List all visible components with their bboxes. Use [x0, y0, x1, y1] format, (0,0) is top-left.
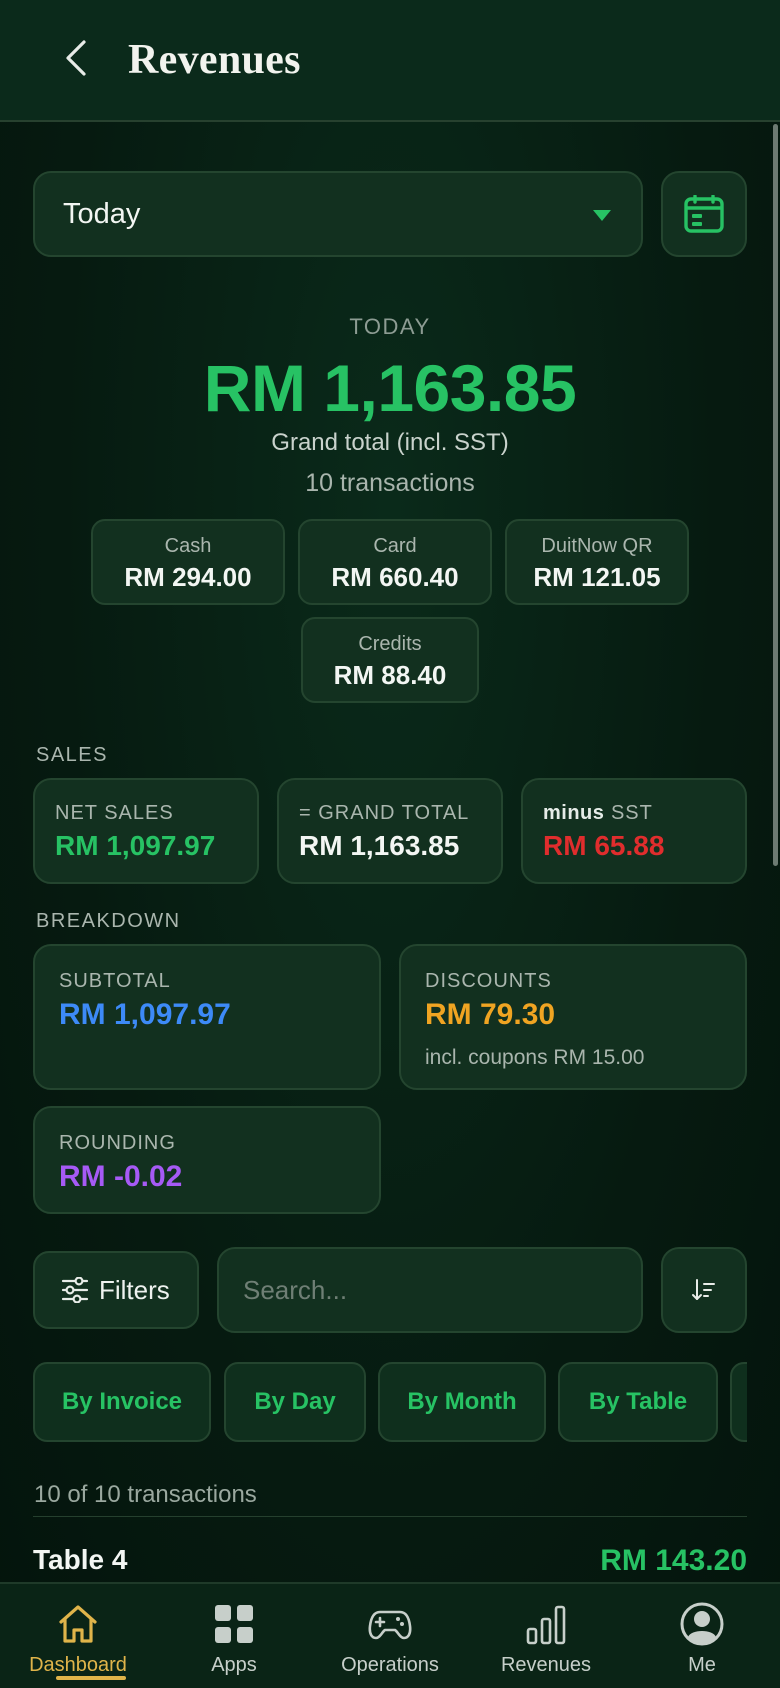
group-by-chips: By Invoice By Day By Month By Table [33, 1362, 747, 1442]
subtotal-card: SUBTOTAL RM 1,097.97 [33, 944, 381, 1090]
page-title: Revenues [128, 37, 301, 83]
minus-prefix: minus [543, 802, 605, 824]
sst-card: minus SST RM 65.88 [521, 778, 747, 884]
revenues-screen: Revenues Today TODAY RM 1,163.85 Grand t… [0, 0, 780, 1688]
bottom-nav: Dashboard Apps Operations Revenues Me [0, 1582, 780, 1688]
list-summary: 10 of 10 transactions [34, 1481, 257, 1508]
transaction-amount: RM 143.20 [600, 1544, 747, 1577]
transaction-count: 10 transactions [305, 469, 475, 497]
chip-by-table[interactable]: By Table [558, 1362, 718, 1442]
gamepad-icon [368, 1610, 412, 1640]
payment-card-cash: Cash RM 294.00 [91, 519, 285, 605]
grand-total-label-text: GRAND TOTAL [318, 802, 470, 824]
payment-card-duitnow: DuitNow QR RM 121.05 [505, 519, 689, 605]
table-row[interactable]: Table 4 RM 143.20 [33, 1540, 747, 1580]
discounts-card: DISCOUNTS RM 79.30 incl. coupons RM 15.0… [399, 944, 747, 1090]
grid-icon [215, 1605, 253, 1643]
nav-me[interactable]: Me [624, 1584, 780, 1688]
calendar-icon [684, 195, 724, 233]
search-input[interactable] [217, 1247, 643, 1333]
top-bar: Revenues [0, 0, 780, 122]
chevron-left-icon [66, 40, 86, 76]
transaction-name: Table 4 [33, 1544, 128, 1575]
rounding-card: ROUNDING RM -0.02 [33, 1106, 381, 1214]
nav-label: Dashboard [29, 1654, 127, 1676]
sst-label: minus SST [543, 802, 653, 825]
list-divider [33, 1516, 747, 1517]
nav-apps[interactable]: Apps [156, 1584, 312, 1688]
sales-section-label: SALES [36, 744, 108, 766]
nav-label: Operations [341, 1654, 439, 1676]
breakdown-section-label: BREAKDOWN [36, 910, 181, 932]
nav-label: Revenues [500, 1654, 592, 1676]
filters-label: Filters [99, 1274, 170, 1305]
period-selected-value: Today [63, 197, 141, 230]
net-sales-card: NET SALES RM 1,097.97 [33, 778, 259, 884]
payment-label: Credits [358, 633, 422, 655]
nav-dashboard[interactable]: Dashboard [0, 1584, 156, 1688]
nav-label: Apps [211, 1654, 257, 1676]
user-circle-icon [680, 1602, 724, 1646]
payment-card-credits: Credits RM 88.40 [301, 617, 479, 703]
sort-button[interactable] [661, 1247, 747, 1333]
calendar-button[interactable] [661, 171, 747, 257]
rounding-label: ROUNDING [59, 1132, 176, 1154]
back-button[interactable] [56, 38, 96, 78]
nav-active-indicator [56, 1676, 126, 1680]
grand-total-card-amount: RM 1,163.85 [299, 830, 460, 861]
rounding-amount: RM -0.02 [59, 1160, 183, 1193]
caret-down-icon [593, 210, 611, 221]
payment-label: Card [373, 535, 417, 557]
net-sales-amount: RM 1,097.97 [55, 830, 216, 861]
nav-revenues[interactable]: Revenues [468, 1584, 624, 1688]
sort-icon [692, 1279, 715, 1300]
payment-card-card: Card RM 660.40 [298, 519, 492, 605]
sst-amount: RM 65.88 [543, 830, 665, 861]
grand-total-amount: RM 1,163.85 [203, 351, 577, 425]
sliders-icon [61, 1277, 89, 1303]
chip-by-invoice[interactable]: By Invoice [33, 1362, 211, 1442]
discounts-label: DISCOUNTS [425, 970, 552, 992]
discounts-note: incl. coupons RM 15.00 [425, 1046, 645, 1069]
chip-by-month[interactable]: By Month [378, 1362, 546, 1442]
period-dropdown[interactable]: Today [33, 171, 643, 257]
nav-label: Me [688, 1654, 716, 1676]
discounts-amount: RM 79.30 [425, 998, 556, 1031]
grand-total-label: = GRAND TOTAL [299, 802, 469, 825]
bar-chart-icon [526, 1605, 566, 1645]
chip-more[interactable] [730, 1362, 747, 1442]
payment-amount: RM 121.05 [533, 562, 661, 592]
grand-total-caption: Grand total (incl. SST) [271, 429, 509, 456]
net-sales-label: NET SALES [55, 802, 174, 824]
chip-by-day[interactable]: By Day [224, 1362, 366, 1442]
grand-total-card: = GRAND TOTAL RM 1,163.85 [277, 778, 503, 884]
filters-button[interactable]: Filters [33, 1251, 199, 1329]
payment-amount: RM 294.00 [124, 562, 252, 592]
home-icon [59, 1605, 97, 1643]
period-label: TODAY [349, 314, 431, 339]
payment-amount: RM 88.40 [333, 660, 447, 690]
subtotal-amount: RM 1,097.97 [59, 998, 231, 1031]
payment-amount: RM 660.40 [331, 562, 459, 592]
sst-label-text: SST [610, 802, 653, 824]
payment-label: Cash [164, 535, 212, 557]
subtotal-label: SUBTOTAL [59, 970, 171, 992]
payment-label: DuitNow QR [541, 535, 653, 557]
nav-operations[interactable]: Operations [312, 1584, 468, 1688]
equals-prefix: = [299, 802, 312, 824]
